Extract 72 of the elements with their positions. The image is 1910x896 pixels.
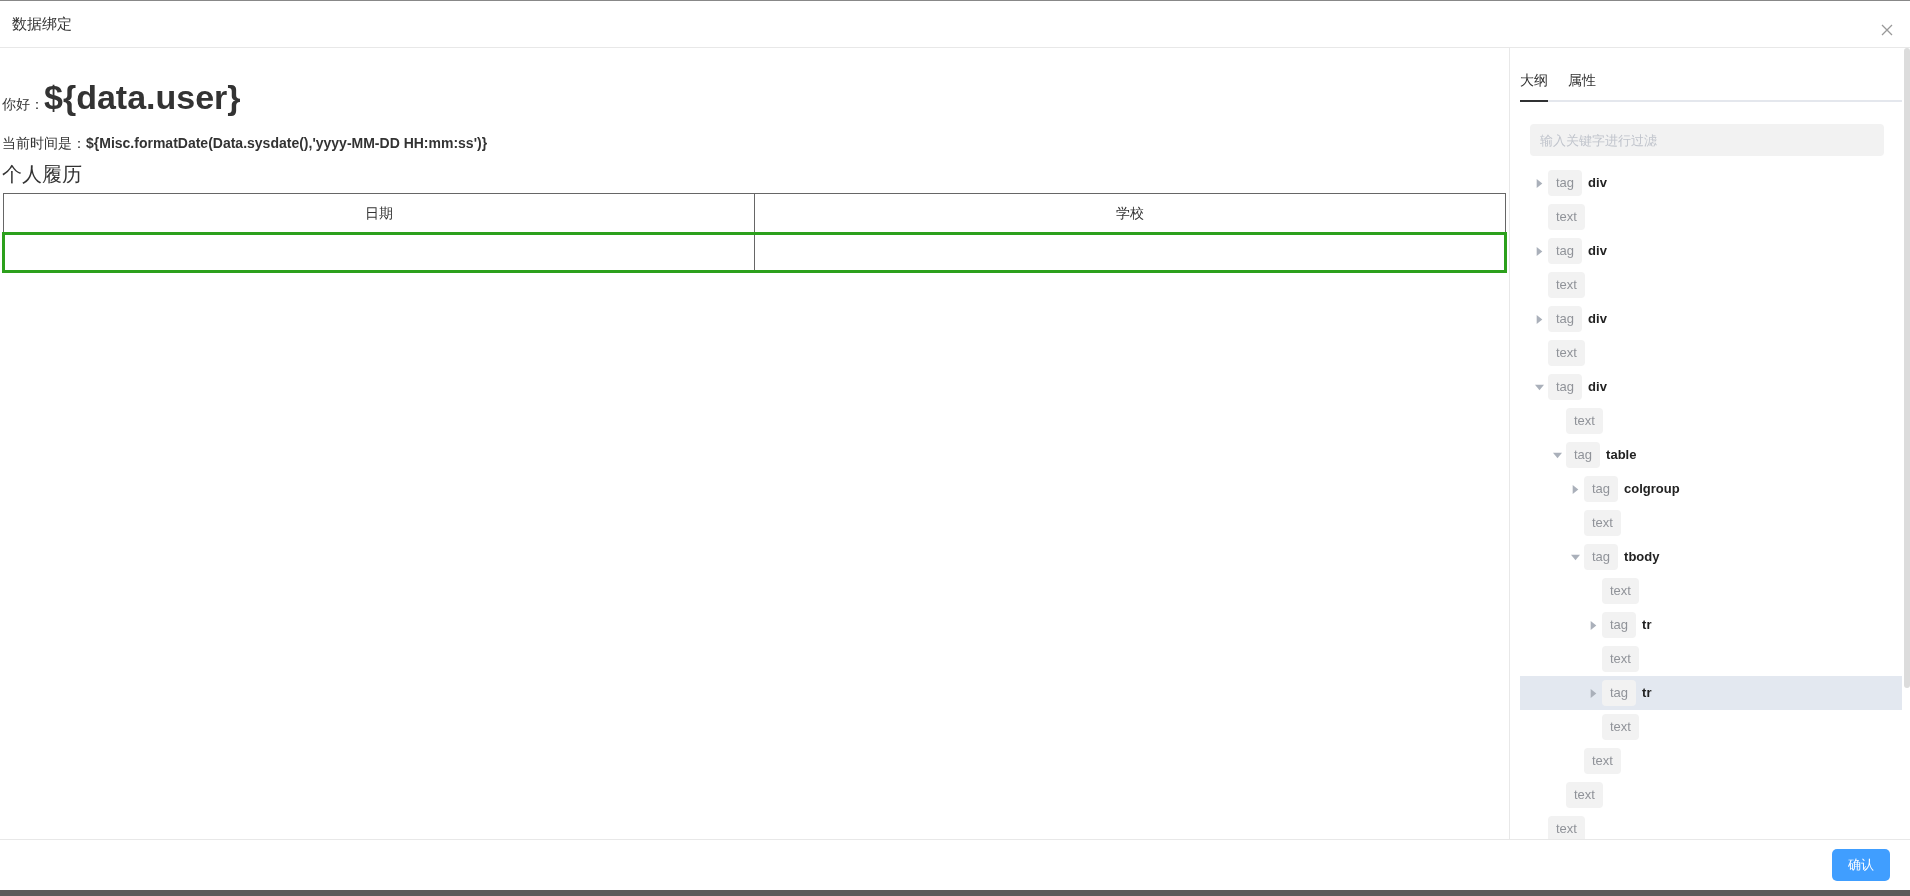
element-name: div — [1588, 242, 1607, 261]
caret-right-icon[interactable] — [1570, 484, 1580, 494]
tree-item[interactable]: text — [1520, 710, 1902, 744]
caret-right-icon[interactable] — [1588, 688, 1598, 698]
tree-item[interactable]: tag colgroup — [1520, 472, 1902, 506]
element-name: tr — [1642, 684, 1652, 703]
element-name: tr — [1642, 616, 1652, 635]
greeting-label: 你好： — [2, 96, 44, 112]
caret-right-icon[interactable] — [1534, 246, 1544, 256]
tree-item[interactable]: tag tbody — [1520, 540, 1902, 574]
tree-item[interactable]: text — [1520, 336, 1902, 370]
tree-item[interactable]: tag div — [1520, 302, 1902, 336]
text-label: text — [1584, 510, 1621, 536]
text-label: text — [1548, 272, 1585, 298]
caret-right-icon[interactable] — [1534, 178, 1544, 188]
caret-right-icon[interactable] — [1534, 314, 1544, 324]
column-header: 学校 — [754, 193, 1506, 234]
column-header: 日期 — [3, 193, 755, 234]
element-name: div — [1588, 310, 1607, 329]
text-label: text — [1566, 408, 1603, 434]
tree-item[interactable]: tag div — [1520, 234, 1902, 268]
panel-tab[interactable]: 属性 — [1568, 62, 1596, 102]
text-label: text — [1548, 340, 1585, 366]
tree-item[interactable]: text — [1520, 778, 1902, 812]
tree-item[interactable]: text — [1520, 812, 1902, 839]
caret-down-icon[interactable] — [1570, 552, 1580, 562]
panel-tab[interactable]: 大纲 — [1520, 62, 1548, 102]
text-label: text — [1602, 578, 1639, 604]
text-label: text — [1566, 782, 1603, 808]
element-name: colgroup — [1624, 480, 1680, 499]
text-label: text — [1602, 646, 1639, 672]
scrollbar[interactable] — [1904, 48, 1910, 688]
caret-right-icon[interactable] — [1588, 620, 1598, 630]
tree-item[interactable]: tag tr — [1520, 608, 1902, 642]
table-cell[interactable] — [3, 233, 755, 272]
tag-label: tag — [1548, 170, 1583, 196]
tree-item[interactable]: tag div — [1520, 370, 1902, 404]
element-name: div — [1588, 174, 1607, 193]
tree-item[interactable]: text — [1520, 404, 1902, 438]
tree-item[interactable]: text — [1520, 506, 1902, 540]
element-name: tbody — [1624, 548, 1660, 567]
dialog-title: 数据绑定 — [12, 13, 72, 34]
caret-down-icon[interactable] — [1552, 450, 1562, 460]
tree-item[interactable]: text — [1520, 200, 1902, 234]
tree-item[interactable]: text — [1520, 268, 1902, 302]
tag-label: tag — [1602, 612, 1637, 638]
confirm-button[interactable]: 确认 — [1832, 849, 1890, 881]
caret-down-icon[interactable] — [1534, 382, 1544, 392]
tree-item[interactable]: tag div — [1520, 166, 1902, 200]
tag-label: tag — [1548, 238, 1583, 264]
tag-label: tag — [1584, 476, 1619, 502]
tree-item[interactable]: text — [1520, 642, 1902, 676]
tree-item[interactable]: text — [1520, 574, 1902, 608]
tree-item[interactable]: tag table — [1520, 438, 1902, 472]
tag-label: tag — [1548, 306, 1583, 332]
text-label: text — [1548, 204, 1585, 230]
element-name: div — [1588, 378, 1607, 397]
text-label: text — [1548, 816, 1585, 839]
tree-item[interactable]: text — [1520, 744, 1902, 778]
tag-label: tag — [1584, 544, 1619, 570]
time-label: 当前时间是： — [2, 135, 86, 151]
element-name: table — [1606, 446, 1637, 465]
tag-label: tag — [1602, 680, 1637, 706]
tree-item[interactable]: tag tr — [1520, 676, 1902, 710]
section-title: 个人履历 — [2, 163, 82, 185]
greeting-expression: ${data.user} — [44, 78, 241, 116]
time-expression: ${Misc.formatDate(Data.sysdate(),'yyyy-MM-DD HH:mm:ss')} — [86, 135, 488, 151]
table-cell[interactable] — [754, 233, 1506, 272]
text-label: text — [1584, 748, 1621, 774]
tag-label: tag — [1548, 374, 1583, 400]
tag-label: tag — [1566, 442, 1601, 468]
text-label: text — [1602, 714, 1639, 740]
